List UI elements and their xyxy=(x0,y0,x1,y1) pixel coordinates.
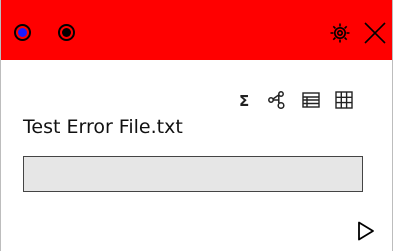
close-button[interactable] xyxy=(362,20,388,46)
status-dot-blue xyxy=(14,24,31,41)
gear-icon xyxy=(330,23,350,43)
grid-view-button[interactable] xyxy=(334,90,354,110)
title-bar[interactable] xyxy=(1,0,392,60)
status-dot-blue-core xyxy=(18,28,27,37)
app-window: Σ Test Error File.txt xyxy=(0,0,393,251)
grid-view-icon xyxy=(335,91,353,109)
play-icon xyxy=(358,221,374,241)
status-dot-black xyxy=(58,24,75,41)
close-icon xyxy=(364,22,386,44)
sigma-icon: Σ xyxy=(239,92,249,110)
graph-button[interactable] xyxy=(267,90,287,110)
node-graph-icon xyxy=(268,91,285,110)
status-dot-black-core xyxy=(62,28,71,37)
list-view-icon xyxy=(302,92,320,108)
file-name-label: Test Error File.txt xyxy=(23,116,183,138)
file-progress-field[interactable] xyxy=(23,156,363,192)
svg-text:Σ: Σ xyxy=(239,92,249,110)
sum-button[interactable]: Σ xyxy=(235,90,255,110)
run-button[interactable] xyxy=(356,220,376,242)
settings-button[interactable] xyxy=(327,20,353,46)
list-view-button[interactable] xyxy=(301,90,321,110)
